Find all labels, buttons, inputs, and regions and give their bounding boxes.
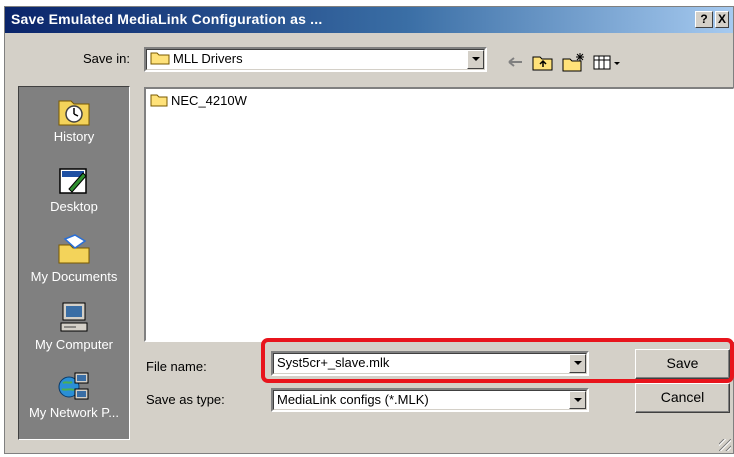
history-icon [58, 100, 90, 126]
my-network-places-icon [58, 372, 89, 400]
list-item[interactable]: NEC_4210W [150, 93, 247, 108]
file-name-label: File name: [146, 359, 207, 374]
my-documents-icon [58, 234, 90, 264]
folder-icon [150, 52, 170, 65]
title-bar[interactable]: Save Emulated MediaLink Configuration as… [5, 7, 733, 33]
create-new-folder-icon[interactable] [562, 52, 586, 72]
cancel-button[interactable]: Cancel [635, 383, 730, 413]
chevron-down-icon[interactable] [467, 50, 484, 69]
view-menu-icon[interactable] [593, 52, 623, 72]
up-one-level-icon[interactable] [532, 52, 554, 72]
save-dialog: Save Emulated MediaLink Configuration as… [4, 6, 734, 454]
save-in-value: MLL Drivers [173, 51, 243, 66]
resize-grip[interactable] [719, 439, 731, 451]
place-label: My Documents [30, 269, 118, 284]
place-label: Desktop [50, 199, 98, 214]
dialog-title: Save Emulated MediaLink Configuration as… [11, 11, 323, 27]
place-my-computer[interactable]: My Computer [19, 301, 129, 352]
save-as-type-dropdown[interactable]: MediaLink configs (*.MLK) [271, 388, 589, 412]
save-as-type-value: MediaLink configs (*.MLK) [277, 392, 429, 407]
place-history[interactable]: History [19, 93, 129, 144]
folder-icon [150, 94, 168, 107]
places-bar: History Desktop My Documents My Computer… [18, 86, 130, 440]
place-my-documents[interactable]: My Documents [19, 233, 129, 284]
help-button[interactable]: ? [695, 11, 713, 28]
file-list[interactable]: NEC_4210W [144, 87, 734, 342]
desktop-icon [59, 168, 87, 194]
highlight-annotation [261, 338, 734, 383]
save-in-label: Save in: [83, 51, 130, 66]
my-computer-icon [60, 302, 88, 332]
save-as-type-label: Save as type: [146, 392, 225, 407]
list-item-label: NEC_4210W [171, 93, 247, 108]
place-label: My Computer [34, 337, 114, 352]
close-button[interactable]: X [715, 11, 729, 28]
back-arrow-icon[interactable] [507, 52, 525, 72]
chevron-down-icon[interactable] [569, 391, 586, 409]
place-label: History [53, 129, 95, 144]
place-my-network-places[interactable]: My Network P... [19, 369, 129, 420]
place-label: My Network P... [28, 405, 120, 420]
place-desktop[interactable]: Desktop [19, 163, 129, 214]
save-in-dropdown[interactable]: MLL Drivers [144, 47, 487, 72]
